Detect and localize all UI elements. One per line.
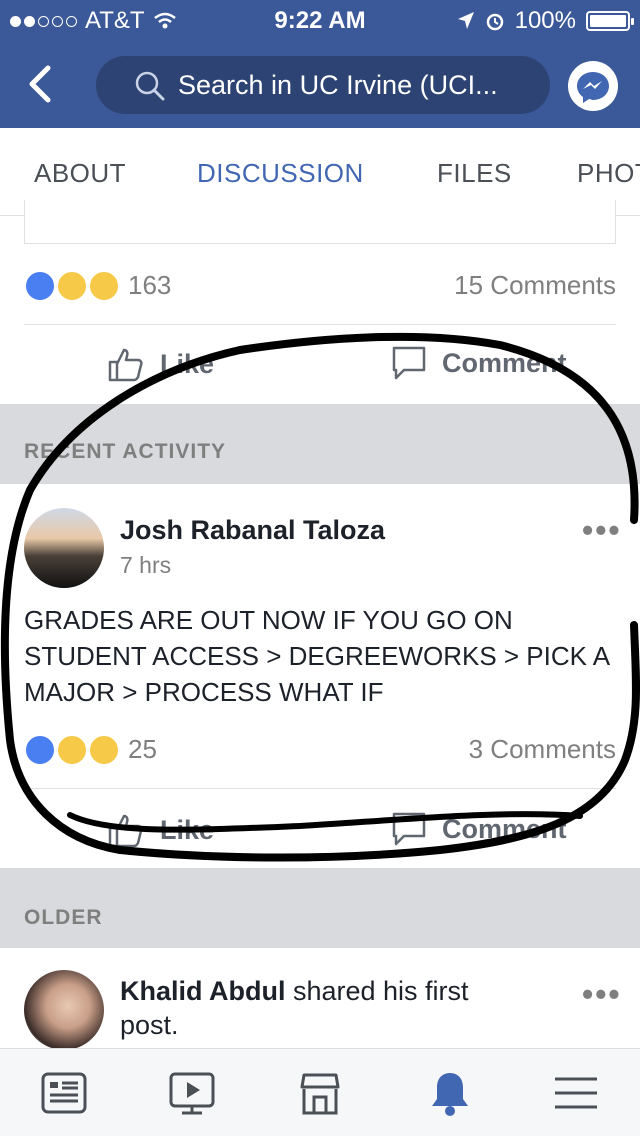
messenger-button[interactable] — [568, 61, 618, 111]
like-label: Like — [160, 814, 215, 845]
like-label: Like — [160, 348, 215, 379]
top-bar: AT&T 9:22 AM 100% Search in UC Irvine (U… — [0, 0, 640, 128]
messenger-icon — [577, 72, 609, 103]
divider — [24, 788, 616, 789]
search-input[interactable]: Search in UC Irvine (UCI... — [96, 56, 550, 114]
section-title: RECENT ACTIVITY — [24, 440, 227, 463]
comment-button[interactable]: Comment — [390, 344, 567, 382]
comment-button[interactable]: Comment — [390, 810, 567, 848]
tab-files[interactable]: FILES — [437, 158, 512, 189]
sad-reaction-icon — [56, 270, 88, 302]
search-placeholder: Search in UC Irvine (UCI... — [178, 69, 498, 100]
alarm-icon — [486, 13, 503, 31]
avatar[interactable] — [24, 970, 104, 1050]
post-author[interactable]: Khalid Abdul — [120, 976, 285, 1006]
like-reaction-icon — [24, 270, 56, 302]
like-reaction-icon — [24, 734, 56, 766]
older-post-headline[interactable]: Khalid Abdul shared his first post. — [120, 974, 520, 1042]
search-icon — [135, 71, 165, 101]
status-bar: AT&T 9:22 AM 100% — [0, 0, 640, 40]
back-arrow-icon[interactable] — [22, 60, 62, 108]
comments-count-link[interactable]: 3 Comments — [469, 734, 616, 765]
more-options-icon[interactable]: ••• — [582, 512, 622, 549]
older-header: OLDER — [0, 868, 640, 948]
menu-icon[interactable] — [552, 1069, 600, 1117]
link-preview-card[interactable] — [24, 200, 616, 244]
thumbs-up-icon — [108, 348, 143, 382]
comment-label: Comment — [442, 347, 567, 378]
tab-discussion[interactable]: DISCUSSION — [197, 158, 364, 189]
notifications-icon[interactable] — [426, 1069, 474, 1117]
post-author[interactable]: Josh Rabanal Taloza — [120, 515, 385, 546]
video-icon[interactable] — [168, 1069, 216, 1117]
news-feed-icon[interactable] — [40, 1069, 88, 1117]
post-body: GRADES ARE OUT NOW IF YOU GO ON STUDENT … — [24, 605, 609, 707]
wow-reaction-icon — [88, 734, 120, 766]
reaction-count: 25 — [128, 734, 157, 764]
divider — [24, 324, 616, 325]
reaction-summary[interactable]: 25 3 Comments — [24, 730, 616, 770]
comments-count-link[interactable]: 15 Comments — [454, 270, 616, 301]
location-icon — [457, 12, 474, 29]
post-time[interactable]: 7 hrs — [120, 552, 171, 579]
battery-percent: 100% — [514, 7, 576, 34]
tab-photos[interactable]: PHOTOS — [577, 158, 640, 189]
bottom-tab-bar — [0, 1048, 640, 1136]
marketplace-icon[interactable] — [296, 1069, 344, 1117]
section-title: OLDER — [24, 906, 103, 929]
recent-activity-header: RECENT ACTIVITY — [0, 404, 640, 484]
sad-reaction-icon — [56, 734, 88, 766]
battery-icon — [586, 11, 634, 31]
tab-about[interactable]: ABOUT — [34, 158, 126, 189]
comment-icon — [392, 346, 426, 380]
like-button[interactable]: Like — [106, 344, 214, 384]
reaction-count: 163 — [128, 270, 172, 300]
thumbs-up-icon — [108, 814, 143, 848]
more-options-icon[interactable]: ••• — [582, 976, 622, 1013]
reaction-summary[interactable]: 163 15 Comments — [24, 266, 616, 306]
wow-reaction-icon — [88, 270, 120, 302]
like-button[interactable]: Like — [106, 810, 214, 850]
avatar[interactable] — [24, 508, 104, 588]
comment-icon — [392, 812, 426, 846]
comment-label: Comment — [442, 813, 567, 844]
